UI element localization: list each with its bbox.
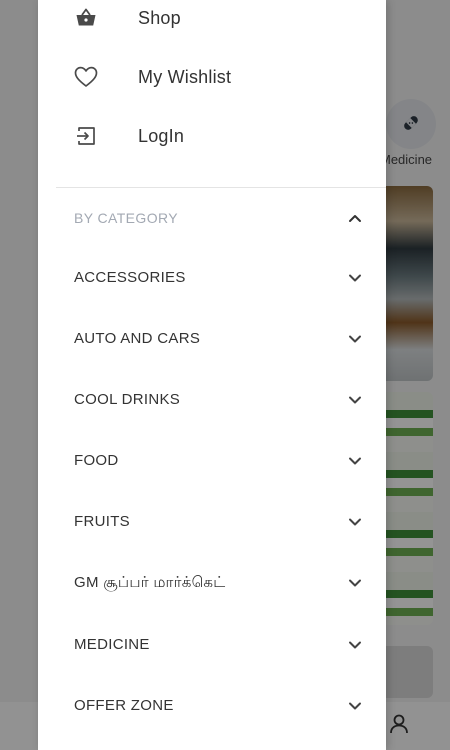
nav-link-shop[interactable]: Shop — [38, 0, 386, 40]
chevron-down-icon — [349, 702, 361, 710]
category-item-label: FRUITS — [74, 513, 130, 530]
category-item-gm-supermarket[interactable]: GM சூப்பர் மார்க்கெட் — [38, 561, 386, 605]
category-item-medicine[interactable]: MEDICINE — [38, 623, 386, 667]
chevron-down-icon — [349, 457, 361, 465]
nav-link-label: My Wishlist — [138, 66, 232, 87]
nav-link-wishlist[interactable]: My Wishlist — [38, 55, 386, 99]
login-icon — [74, 124, 98, 148]
category-item-cool-drinks[interactable]: COOL DRINKS — [38, 378, 386, 422]
chevron-down-icon — [349, 518, 361, 526]
chevron-down-icon — [349, 579, 361, 587]
chevron-down-icon — [349, 274, 361, 282]
category-item-label: MEDICINE — [74, 636, 150, 653]
nav-link-login[interactable]: LogIn — [38, 114, 386, 158]
divider — [56, 187, 386, 188]
category-item-label: GM சூப்பர் மார்க்கெட் — [74, 574, 226, 591]
category-item-label: COOL DRINKS — [74, 391, 181, 408]
category-item-offer-zone[interactable]: OFFER ZONE — [38, 684, 386, 728]
chevron-down-icon — [349, 641, 361, 649]
basket-icon — [74, 6, 98, 30]
category-section-title: BY CATEGORY — [74, 210, 178, 226]
chevron-up-icon — [349, 215, 361, 222]
nav-link-label: LogIn — [138, 125, 185, 146]
category-item-food[interactable]: FOOD — [38, 439, 386, 483]
category-item-accessories[interactable]: ACCESSORIES — [38, 256, 386, 300]
category-item-label: AUTO AND CARS — [74, 330, 201, 347]
heart-icon — [74, 65, 98, 89]
category-item-auto-and-cars[interactable]: AUTO AND CARS — [38, 317, 386, 361]
category-item-label: OFFER ZONE — [74, 697, 174, 714]
category-item-label: ACCESSORIES — [74, 269, 186, 286]
nav-link-label: Shop — [138, 7, 181, 28]
category-item-fruits[interactable]: FRUITS — [38, 500, 386, 544]
navigation-drawer: Shop My Wishlist LogIn BY CATEGORY ACCES… — [38, 0, 386, 750]
chevron-down-icon — [349, 335, 361, 343]
category-item-label: FOOD — [74, 452, 119, 469]
category-section-toggle[interactable]: BY CATEGORY — [38, 198, 386, 238]
chevron-down-icon — [349, 396, 361, 404]
